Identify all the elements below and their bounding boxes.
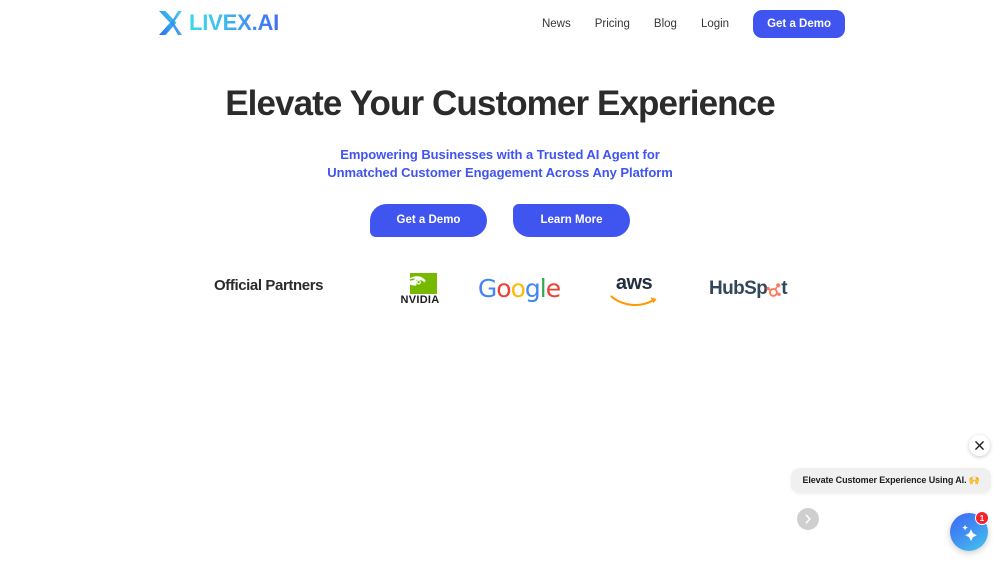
chat-launcher-button[interactable]: 1 (950, 511, 989, 551)
brand-wordmark: LIVEX.AI (189, 8, 279, 38)
chat-close-button[interactable] (969, 435, 990, 456)
hero-cta-group: Get a Demo Learn More (0, 204, 1000, 237)
hero-learn-more-button[interactable]: Learn More (513, 204, 630, 237)
chat-greeting-bubble[interactable]: Elevate Customer Experience Using AI. 🙌 (791, 468, 991, 493)
brand-logo[interactable]: LIVEX.AI (155, 8, 279, 38)
hero-subheadline: Empowering Businesses with a Trusted AI … (327, 147, 673, 180)
hubspot-sprocket-icon (766, 282, 781, 297)
nav-item-login[interactable]: Login (689, 8, 741, 40)
sparkle-icon (961, 524, 977, 541)
partner-logo-google: Google (476, 265, 562, 313)
nav-get-a-demo-button[interactable]: Get a Demo (753, 10, 845, 38)
carousel-next-button[interactable] (797, 508, 819, 530)
page-title: Elevate Your Customer Experience (225, 84, 775, 123)
google-letter-o1: o (496, 274, 511, 303)
partners-section: Official Partners NVIDIA Google aws HubS… (0, 265, 1000, 313)
partner-logo-aws: aws (606, 265, 662, 313)
google-letter-g2: g (524, 274, 541, 303)
google-letter-g1: G (477, 274, 497, 303)
hubspot-wordmark-end: t (781, 278, 787, 299)
partners-label: Official Partners (214, 277, 324, 294)
hubspot-wordmark: HubSp t (709, 278, 788, 300)
nav-item-news[interactable]: News (530, 8, 583, 40)
hero-get-a-demo-button[interactable]: Get a Demo (370, 204, 487, 237)
hubspot-wordmark-start: HubSp (709, 278, 768, 299)
google-letter-o2: o (510, 274, 526, 303)
x-chevron-logo-icon (159, 11, 182, 35)
nvidia-wordmark: NVIDIA (400, 293, 440, 306)
partner-logo-hubspot: HubSp t (702, 265, 794, 313)
google-letter-e: e (545, 274, 561, 303)
nav-item-blog[interactable]: Blog (642, 8, 689, 40)
main-nav: News Pricing Blog Login Get a Demo (530, 8, 845, 40)
chevron-right-icon (805, 514, 811, 524)
nav-item-pricing[interactable]: Pricing (583, 8, 642, 40)
nvidia-eye-icon (406, 272, 437, 294)
chat-unread-badge: 1 (975, 511, 989, 525)
aws-wordmark: aws (615, 271, 653, 294)
close-icon (975, 441, 984, 450)
partner-logo-nvidia: NVIDIA (390, 265, 450, 313)
google-wordmark: Google (477, 274, 561, 303)
landing-page: LIVEX.AI News Pricing Blog Login Get a D… (0, 0, 1000, 563)
aws-smile-icon (610, 294, 657, 306)
site-header: LIVEX.AI News Pricing Blog Login Get a D… (0, 0, 1000, 48)
